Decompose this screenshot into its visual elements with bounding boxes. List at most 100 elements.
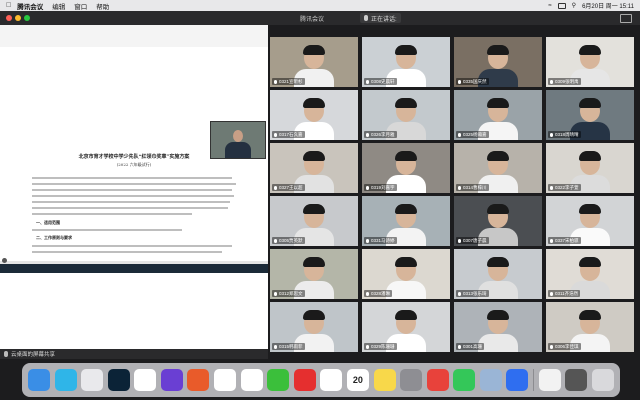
participant-tile[interactable]: 0301高珊	[454, 302, 542, 352]
menu-app-name[interactable]: 腾讯会议	[17, 1, 43, 11]
chrome-icon[interactable]	[134, 369, 157, 391]
participant-tile[interactable]: 0337宋柏骐	[546, 196, 634, 246]
participant-tile[interactable]: 0321宣昕杉	[270, 37, 358, 87]
dock-separator	[532, 369, 534, 391]
photos-icon[interactable]	[320, 369, 343, 391]
participant-tile[interactable]: 0326李月雅	[362, 90, 450, 140]
participant-name: 0306李佳琪	[555, 343, 579, 349]
participant-tile[interactable]: 0335国庆然	[454, 37, 542, 87]
participant-name-label: 0309张明禹	[548, 78, 581, 85]
minimize-window-button[interactable]	[15, 15, 21, 21]
finder-icon[interactable]	[28, 369, 50, 391]
participant-tile[interactable]: 0327王以超	[270, 143, 358, 193]
participant-tile[interactable]: 0314曹梓川	[454, 143, 542, 193]
mic-icon	[550, 79, 553, 84]
documents-icon[interactable]	[538, 369, 561, 391]
document-heading: 二、工作原则与要求	[36, 235, 72, 240]
apps-icon[interactable]	[81, 369, 104, 391]
document-text-line	[32, 201, 230, 203]
presenter-body	[225, 142, 251, 158]
participant-name-label: 0318周晴晴	[548, 131, 581, 138]
imovie-icon[interactable]	[187, 369, 210, 391]
participant-hair	[487, 257, 509, 267]
participant-tile[interactable]: 0307唐子晨	[454, 196, 542, 246]
participant-name: 0308史晨轩	[371, 78, 395, 84]
participant-hair	[395, 204, 417, 214]
zoom-icon[interactable]	[2, 258, 7, 263]
document-text-line	[32, 183, 236, 185]
keynote-icon[interactable]	[214, 369, 237, 391]
participant-grid: 0321宣昕杉 0308史晨轩 0335国庆然 0309张明禹 0317石久嘉 0326李…	[270, 37, 636, 355]
participant-name: 0317石久嘉	[279, 131, 303, 137]
participant-tile[interactable]: 0329陈珊珊	[362, 302, 450, 352]
participant-name-label: 0329陈珊珊	[364, 343, 397, 350]
document-text-line	[32, 189, 232, 191]
facetime-icon[interactable]	[453, 369, 476, 391]
participant-tile[interactable]: 0311齐浩然	[546, 249, 634, 299]
share-footer-text: 云桌面的屏幕共享	[11, 352, 56, 358]
participant-tile[interactable]: 0331马诗婷	[362, 196, 450, 246]
trash-icon[interactable]	[591, 369, 614, 391]
document-text-line	[32, 251, 222, 253]
participant-tile[interactable]: 0306李佳琪	[546, 302, 634, 352]
participant-name: 0326李月雅	[371, 131, 395, 137]
participant-hair	[395, 98, 417, 108]
menu-item-help[interactable]: 帮助	[96, 1, 109, 11]
participant-tile[interactable]: 0305贾英默	[270, 196, 358, 246]
participant-name: 0318周晴晴	[555, 131, 579, 137]
participant-hair	[579, 257, 601, 267]
remote-desktop-taskbar	[0, 264, 268, 273]
participant-tile[interactable]: 0328潘琳	[362, 249, 450, 299]
participant-hair	[395, 151, 417, 161]
tencent-meeting-icon[interactable]	[506, 369, 529, 391]
participant-tile[interactable]: 0312郑思文	[270, 249, 358, 299]
menubar-datetime[interactable]: 6月20日 周一 15:11	[582, 1, 634, 10]
participant-name-label: 0312郑思文	[272, 290, 305, 297]
photoshop-icon[interactable]	[107, 369, 130, 391]
apple-icon[interactable]: 	[6, 2, 11, 9]
participant-name-label: 0301高珊	[456, 343, 485, 350]
participant-hair	[303, 45, 325, 55]
participant-name-label: 0311齐浩然	[548, 290, 581, 297]
wps-icon[interactable]	[426, 369, 449, 391]
participant-tile[interactable]: 0315韩雨菲	[270, 302, 358, 352]
menu-item-edit[interactable]: 编辑	[52, 1, 65, 11]
participant-tile[interactable]: 0317石久嘉	[270, 90, 358, 140]
participant-tile[interactable]: 0322李子萱	[546, 143, 634, 193]
participant-name: 0322李子萱	[555, 184, 579, 190]
participant-tile[interactable]: 0308史晨轩	[362, 37, 450, 87]
participant-tile[interactable]: 0318周晴晴	[546, 90, 634, 140]
menubar-status-area: ≈ ⚲ 6月20日 周一 15:11	[548, 0, 634, 11]
participant-name: 0325杨瀚嘉	[463, 131, 487, 137]
notes-icon[interactable]	[373, 369, 396, 391]
launchpad-icon[interactable]	[54, 369, 77, 391]
wifi-icon[interactable]: ≈	[548, 3, 551, 9]
share-zoom-control[interactable]	[2, 258, 7, 263]
calendar-icon[interactable]: 20	[346, 369, 369, 391]
mic-icon	[366, 79, 369, 84]
stack-icon[interactable]	[565, 369, 588, 391]
vpn-icon[interactable]	[160, 369, 183, 391]
participant-tile[interactable]: 0313张乐琦	[454, 249, 542, 299]
participant-name: 0312郑思文	[279, 290, 303, 296]
document-text-line	[32, 195, 234, 197]
participant-name: 0328潘琳	[371, 290, 391, 296]
airdrop-icon[interactable]	[240, 369, 263, 391]
preview-icon[interactable]	[479, 369, 502, 391]
battery-icon[interactable]	[557, 2, 566, 9]
fullscreen-window-button[interactable]	[24, 15, 30, 21]
gallery-view-icon[interactable]	[620, 14, 632, 23]
close-window-button[interactable]	[6, 15, 12, 21]
netease-music-icon[interactable]	[293, 369, 316, 391]
wechat-icon[interactable]	[267, 369, 290, 391]
presenter-video-thumbnail[interactable]	[210, 121, 266, 159]
search-icon[interactable]: ⚲	[572, 2, 576, 9]
mic-icon	[458, 344, 461, 349]
screen-share-area[interactable]: 北京市育才学校中学少先队“红领巾奖章”实施方案 (2022 六年级试行) 一、适…	[0, 25, 268, 359]
participant-tile[interactable]: 0319刘嘉宇	[362, 143, 450, 193]
participant-tile[interactable]: 0309张明禹	[546, 37, 634, 87]
participant-name: 0311齐浩然	[555, 290, 579, 296]
system-preferences-icon[interactable]	[400, 369, 423, 391]
participant-tile[interactable]: 0325杨瀚嘉	[454, 90, 542, 140]
menu-item-window[interactable]: 窗口	[74, 1, 87, 11]
